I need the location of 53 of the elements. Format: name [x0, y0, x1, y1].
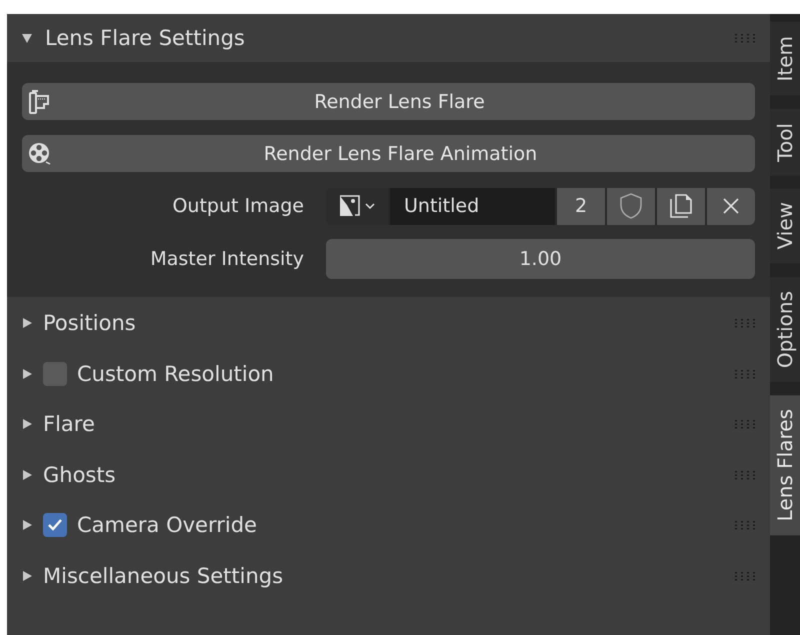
- chevron-down-icon: [365, 202, 375, 210]
- film-reel-icon: [28, 142, 52, 166]
- subpanel-header[interactable]: Flare: [7, 399, 770, 450]
- grip-icon[interactable]: [734, 419, 756, 430]
- grip-icon[interactable]: [734, 570, 756, 581]
- subpanel-title: Positions: [43, 311, 137, 336]
- render-button[interactable]: Render Lens Flare Animation: [22, 135, 755, 172]
- subpanel-title: Miscellaneous Settings: [43, 564, 284, 588]
- image-browse-button[interactable]: [326, 188, 388, 224]
- checkmark-icon: [47, 518, 63, 532]
- checkbox[interactable]: [43, 362, 67, 386]
- duplicate-icon: [668, 194, 694, 218]
- sidebar-tab[interactable]: View: [770, 188, 800, 264]
- subpanel-title: Custom Resolution: [77, 362, 275, 386]
- sidebar-tab[interactable]: Options: [770, 276, 800, 382]
- duplicate-button[interactable]: [657, 188, 705, 224]
- grip-icon[interactable]: [734, 318, 756, 328]
- sidebar-tab[interactable]: Item: [770, 22, 800, 96]
- sidebar-tab[interactable]: Lens Flares: [770, 395, 800, 536]
- grip-icon[interactable]: [734, 470, 756, 480]
- subpanel-header[interactable]: Ghosts: [7, 450, 770, 500]
- intensity-field[interactable]: 1.00: [326, 239, 755, 279]
- film-canister-icon: [28, 90, 50, 114]
- subpanel-header[interactable]: Custom Resolution: [7, 348, 770, 399]
- render-button[interactable]: Render Lens Flare: [22, 83, 755, 120]
- image-name-field[interactable]: Untitled: [390, 188, 555, 224]
- shield-icon: [619, 193, 643, 219]
- subpanel-title: Camera Override: [77, 513, 258, 538]
- field-label: Master Intensity: [149, 248, 305, 270]
- expand-arrow-icon[interactable]: [21, 418, 33, 430]
- grip-icon[interactable]: [734, 33, 756, 43]
- subpanel-header[interactable]: Camera Override: [7, 500, 770, 550]
- expand-arrow-icon[interactable]: [21, 468, 33, 481]
- panel-title: Lens Flare Settings: [45, 26, 246, 50]
- image-icon: [339, 195, 361, 217]
- collapse-arrow-icon[interactable]: [21, 32, 33, 44]
- expand-arrow-icon[interactable]: [21, 519, 33, 532]
- subpanel-header[interactable]: Miscellaneous Settings: [7, 550, 770, 601]
- checkbox[interactable]: [43, 513, 67, 538]
- expand-arrow-icon[interactable]: [21, 570, 33, 582]
- field-label: Output Image: [171, 195, 305, 217]
- close-icon: [722, 197, 740, 215]
- sidebar-tab[interactable]: Tool: [770, 108, 800, 176]
- subpanel-title: Flare: [43, 412, 96, 436]
- user-count-button[interactable]: 2: [557, 188, 605, 224]
- unlink-button[interactable]: [707, 188, 755, 224]
- subpanel-title: Ghosts: [43, 462, 117, 487]
- subpanel-header[interactable]: Positions: [7, 298, 770, 348]
- expand-arrow-icon[interactable]: [21, 368, 33, 380]
- fake-user-button[interactable]: [607, 188, 655, 224]
- expand-arrow-icon[interactable]: [21, 317, 33, 330]
- grip-icon[interactable]: [734, 368, 756, 379]
- grip-icon[interactable]: [734, 520, 756, 530]
